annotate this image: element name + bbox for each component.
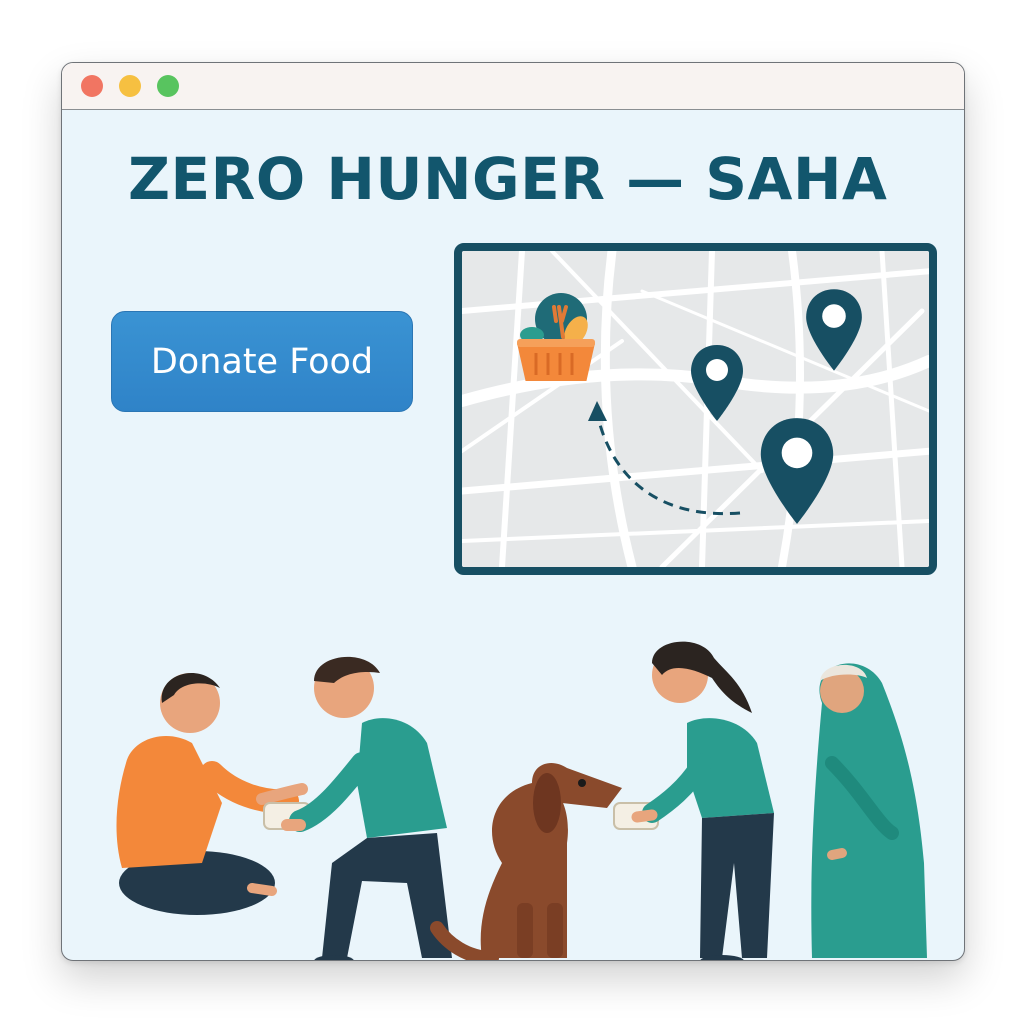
donate-food-button[interactable]: Donate Food xyxy=(111,311,413,412)
seated-person xyxy=(116,672,308,915)
browser-window: ZERO HUNGER — SAHA Donate Food xyxy=(61,62,965,961)
volunteer-woman xyxy=(613,641,774,960)
title-bar xyxy=(62,63,964,110)
page-title: ZERO HUNGER — SAHA xyxy=(128,145,888,213)
volunteer-kneeling xyxy=(263,656,452,960)
elderly-woman xyxy=(811,663,927,958)
close-window-button[interactable] xyxy=(81,75,103,97)
dog xyxy=(430,763,622,960)
minimize-window-button[interactable] xyxy=(119,75,141,97)
delivery-map[interactable] xyxy=(454,243,937,575)
volunteers-illustration xyxy=(116,641,927,960)
maximize-window-button[interactable] xyxy=(157,75,179,97)
